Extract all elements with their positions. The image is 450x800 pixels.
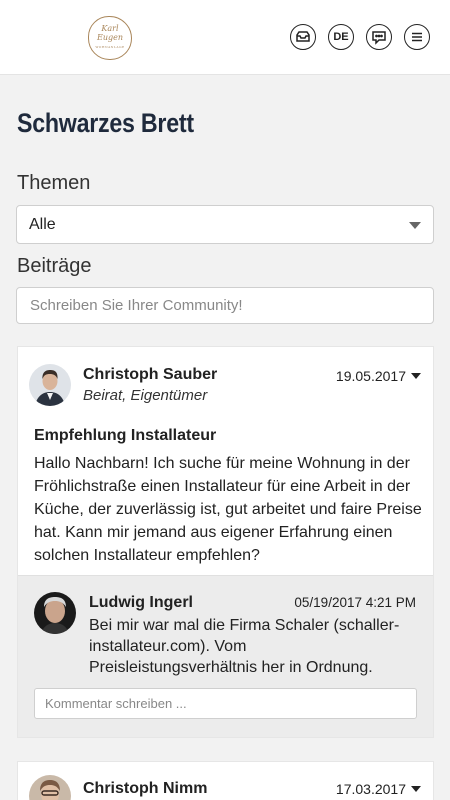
commenter-avatar[interactable] (34, 592, 76, 634)
chevron-down-icon (409, 222, 421, 229)
menu-button[interactable] (404, 24, 430, 50)
post-author-name[interactable]: Christoph Nimm (83, 780, 207, 798)
post-date: 19.05.2017 (335, 368, 406, 384)
comment-author-name[interactable]: Ludwig Ingerl (89, 594, 193, 612)
caret-down-icon (411, 786, 421, 792)
hamburger-menu-icon (412, 32, 422, 42)
inbox-icon (296, 31, 310, 42)
author-avatar[interactable] (29, 775, 71, 800)
caret-down-icon (411, 373, 421, 379)
post-date-dropdown[interactable]: 17.03.2017 (336, 781, 421, 797)
logo-subtext: WOHNANLAGE (95, 45, 125, 49)
logo-line-1: Karl (101, 24, 119, 33)
comment-date: 05/19/2017 4:21 PM (294, 595, 416, 610)
comments-section: Ludwig Ingerl 05/19/2017 4:21 PM Bei mir… (18, 575, 433, 737)
language-label: DE (333, 31, 349, 43)
page-title: Schwarzes Brett (17, 108, 194, 138)
messages-button[interactable] (366, 24, 392, 50)
topics-label: Themen (17, 172, 91, 194)
new-post-input[interactable] (16, 287, 434, 324)
chat-icon (372, 31, 386, 45)
app-header: Karl Eugen WOHNANLAGE DE (0, 0, 450, 75)
inbox-button[interactable] (290, 24, 316, 50)
post-body: Hallo Nachbarn! Ich suche für meine Wohn… (34, 455, 422, 564)
posts-label: Beiträge (17, 255, 92, 277)
comment-input[interactable] (34, 688, 417, 719)
post-card: Christoph Nimm 17.03.2017 (17, 761, 434, 800)
post-author-name[interactable]: Christoph Sauber (83, 366, 217, 384)
logo-line-2: Eugen (97, 33, 123, 42)
topics-selected-value: Alle (29, 215, 56, 233)
post-title: Empfehlung Installateur (34, 427, 217, 444)
post-date-dropdown[interactable]: 19.05.2017 (336, 368, 421, 384)
logo[interactable]: Karl Eugen WOHNANLAGE (88, 16, 132, 60)
post-date: 17.03.2017 (335, 781, 406, 797)
post-card: Christoph Sauber Beirat, Eigentümer 19.0… (17, 346, 434, 738)
post-author-role: Beirat, Eigentümer (83, 387, 208, 404)
topics-select[interactable]: Alle (16, 205, 434, 244)
language-button[interactable]: DE (328, 24, 354, 50)
author-avatar[interactable] (29, 364, 71, 406)
comment-body: Bei mir war mal die Firma Schaler (schal… (89, 617, 400, 676)
